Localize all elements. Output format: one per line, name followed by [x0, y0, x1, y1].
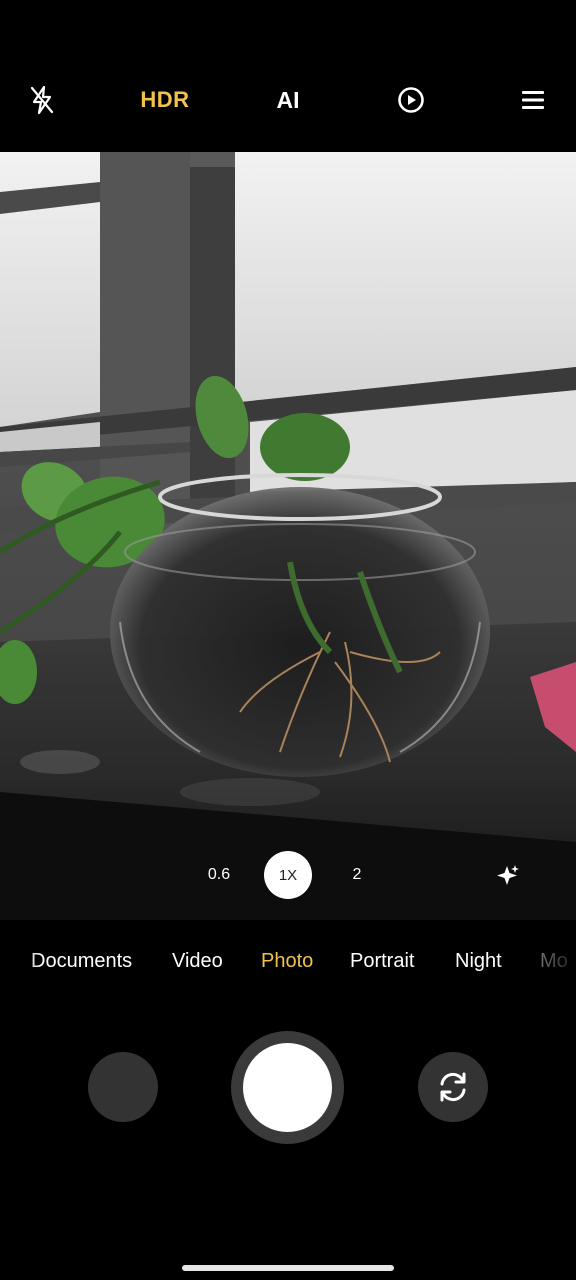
- zoom-1x-button[interactable]: 1X: [264, 851, 312, 899]
- hdr-toggle[interactable]: HDR: [130, 78, 200, 122]
- zoom-0-6-button[interactable]: 0.6: [195, 851, 243, 899]
- preview-image: [0, 152, 576, 920]
- hdr-label: HDR: [140, 87, 190, 112]
- shutter-button[interactable]: [243, 1043, 332, 1132]
- mode-night[interactable]: Night: [455, 950, 502, 973]
- ai-label: AI: [276, 86, 300, 113]
- mode-video[interactable]: Video: [172, 950, 223, 973]
- sparkle-icon[interactable]: [494, 862, 522, 890]
- flash-off-icon[interactable]: [22, 78, 62, 122]
- menu-icon[interactable]: [512, 78, 554, 122]
- mode-portrait[interactable]: Portrait: [350, 950, 414, 973]
- mode-documents[interactable]: Documents: [31, 950, 132, 973]
- gallery-thumbnail[interactable]: [88, 1052, 158, 1122]
- top-toolbar: HDR AI: [0, 0, 576, 152]
- switch-camera-icon[interactable]: [418, 1052, 488, 1122]
- home-indicator[interactable]: [182, 1265, 394, 1271]
- zoom-selector: 0.6 1X 2: [0, 850, 576, 900]
- camera-viewfinder[interactable]: [0, 152, 576, 920]
- live-photo-icon[interactable]: [390, 78, 432, 122]
- mode-photo[interactable]: Photo: [261, 950, 313, 973]
- mode-selector: Documents Video Photo Portrait Night Mo: [0, 940, 576, 986]
- mode-more[interactable]: Mo: [540, 950, 568, 973]
- ai-toggle[interactable]: AI: [258, 78, 318, 122]
- zoom-2-button[interactable]: 2: [333, 851, 381, 899]
